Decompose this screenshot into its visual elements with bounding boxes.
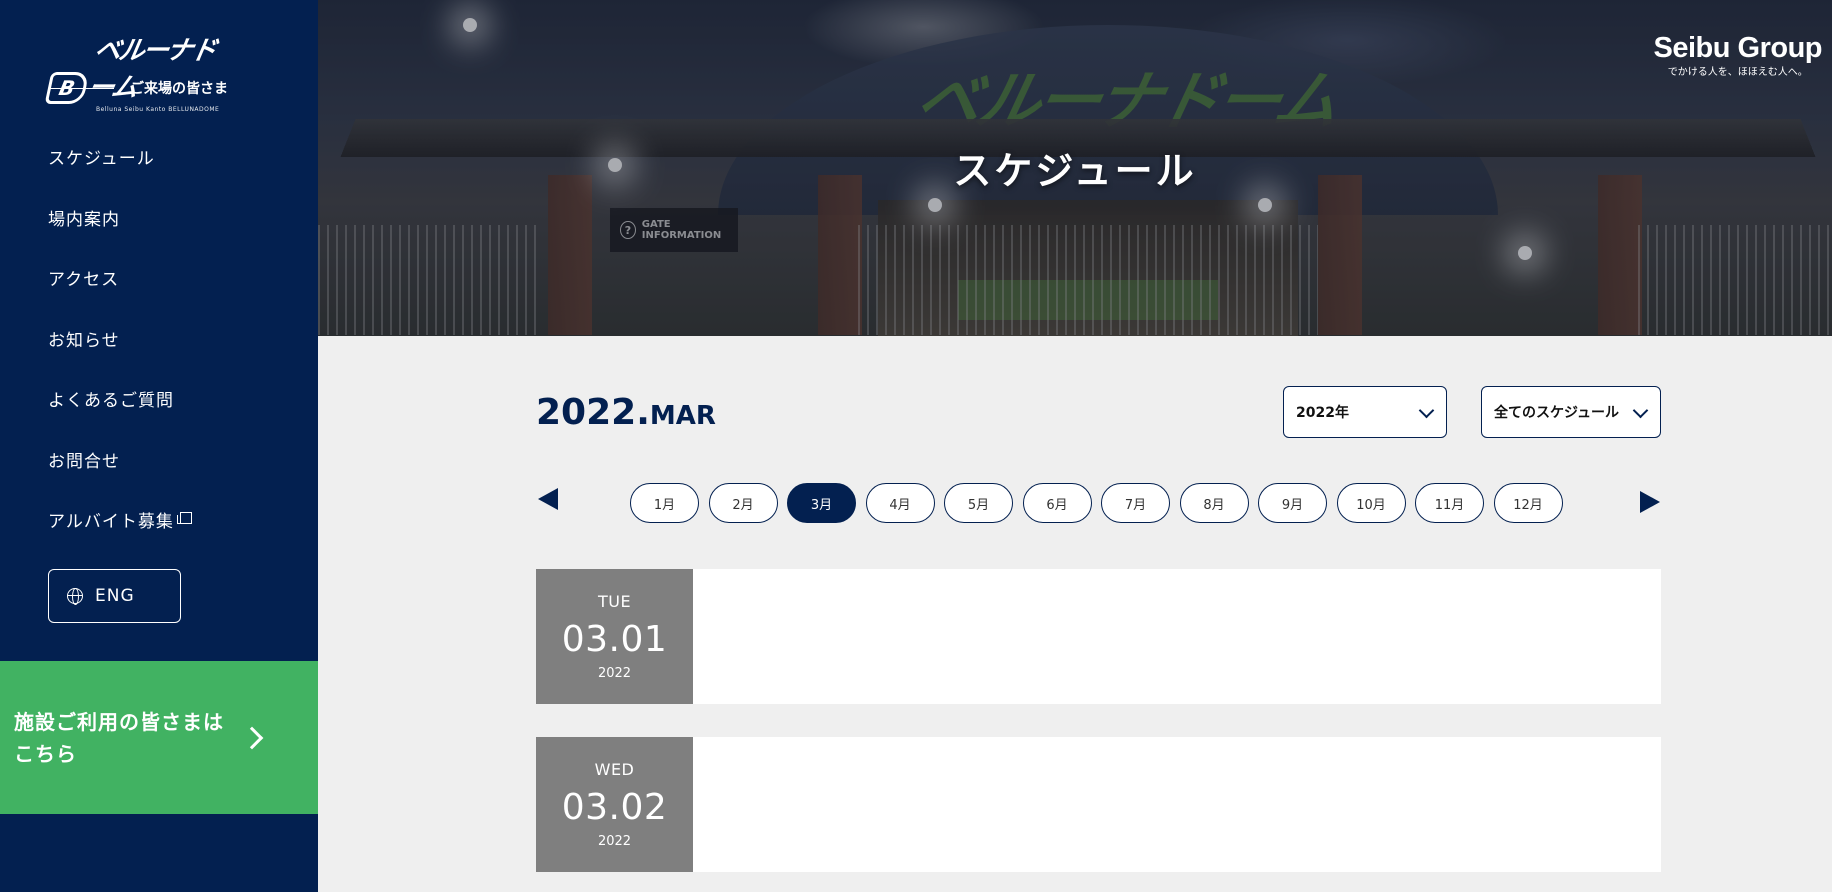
schedule-type-value: 全てのスケジュール [1494, 405, 1620, 421]
next-year-arrow-icon[interactable] [1640, 491, 1660, 513]
month-tab-6[interactable]: 6月 [1022, 483, 1092, 523]
nav-item-faq[interactable]: よくあるご質問 [48, 386, 192, 447]
nav-label: お知らせ [48, 330, 120, 351]
day-of-week: TUE [597, 592, 632, 611]
visitor-label: ご来場の皆さま [130, 81, 228, 97]
day-of-week: WED [594, 760, 635, 779]
visitor-heading: ご来場の皆さま [48, 78, 228, 98]
nav-label: お問合せ [48, 451, 120, 472]
sidebar: B ベルーナドーム Belluna Seibu Kanto BELLUNADOM… [0, 0, 318, 892]
facility-users-banner[interactable]: 施設ご利用の皆さまはこちら [0, 661, 318, 814]
seibu-group-name: Seibu Group [1653, 32, 1823, 64]
facility-banner-label: 施設ご利用の皆さまはこちら [14, 709, 224, 766]
schedule-day-row: WED 03.02 2022 [536, 737, 1661, 872]
nav-label: 場内案内 [48, 209, 120, 230]
year-select[interactable]: 2022年 [1283, 386, 1447, 438]
day-date: 03.02 [561, 787, 668, 828]
day-date-block: TUE 03.01 2022 [536, 569, 693, 704]
day-date: 03.01 [561, 619, 668, 660]
sidebar-nav: スケジュール 場内案内 アクセス お知らせ よくあるご質問 お問合せ アルバイト… [48, 144, 192, 568]
month-tab-3[interactable]: 3月 [787, 483, 856, 523]
chevron-down-icon [1418, 402, 1435, 419]
nav-item-access[interactable]: アクセス [48, 265, 192, 326]
nav-label: アルバイト募集 [48, 512, 174, 532]
day-year: 2022 [597, 666, 632, 681]
month-tab-10[interactable]: 10月 [1336, 483, 1406, 523]
nav-item-part-time-jobs[interactable]: アルバイト募集 [48, 507, 192, 568]
day-date-block: WED 03.02 2022 [536, 737, 693, 872]
day-year: 2022 [597, 834, 632, 849]
chevron-right-icon [240, 726, 264, 749]
prev-year-arrow-icon[interactable] [538, 488, 558, 510]
nav-item-schedule[interactable]: スケジュール [48, 144, 192, 205]
month-tab-4[interactable]: 4月 [865, 483, 935, 523]
month-tab-9[interactable]: 9月 [1258, 483, 1327, 523]
seibu-group-tagline: でかける人を、ほほえむ人へ。 [1667, 67, 1808, 78]
language-english-button[interactable]: ENG [48, 569, 181, 623]
nav-item-contact[interactable]: お問合せ [48, 447, 192, 508]
month-tab-12[interactable]: 12月 [1493, 483, 1563, 523]
month-tab-1[interactable]: 1月 [630, 483, 699, 523]
month-tab-8[interactable]: 8月 [1179, 483, 1249, 523]
schedule-day-row: TUE 03.01 2022 [536, 569, 1661, 704]
month-tabs: 1月 2月 3月 4月 5月 6月 7月 8月 9月 10月 11月 12月 [630, 483, 1563, 523]
month-tab-5[interactable]: 5月 [944, 483, 1013, 523]
schedule-type-select[interactable]: 全てのスケジュール [1481, 386, 1661, 438]
nav-label: スケジュール [48, 149, 155, 169]
month-tab-11[interactable]: 11月 [1415, 483, 1484, 523]
divider [48, 87, 114, 89]
hero-banner: ベルーナドーム ? GATE INFORMATION スケジュール Seibu … [318, 0, 1832, 336]
year-select-value: 2022年 [1296, 405, 1349, 421]
nav-item-venue-guide[interactable]: 場内案内 [48, 205, 192, 266]
chevron-down-icon [1632, 402, 1649, 419]
nav-item-news[interactable]: お知らせ [48, 326, 192, 387]
language-label: ENG [95, 586, 135, 606]
seibu-group-logo[interactable]: Seibu Group でかける人を、ほほえむ人へ。 [1654, 32, 1823, 78]
heading-month: MAR [649, 401, 716, 431]
belluna-dome-logo[interactable]: B ベルーナドーム Belluna Seibu Kanto BELLUNADOM… [44, 30, 233, 113]
nav-label: アクセス [48, 270, 120, 290]
external-link-icon [176, 512, 192, 524]
month-tab-7[interactable]: 7月 [1101, 483, 1170, 523]
month-tab-2[interactable]: 2月 [708, 483, 778, 523]
heading-year: 2022. [536, 392, 650, 433]
logo-sub: Belluna Seibu Kanto BELLUNADOME [96, 106, 220, 113]
current-month-heading: 2022.MAR [536, 392, 716, 433]
page-title: スケジュール [953, 149, 1197, 193]
globe-icon [67, 588, 83, 605]
nav-label: よくあるご質問 [48, 391, 174, 411]
